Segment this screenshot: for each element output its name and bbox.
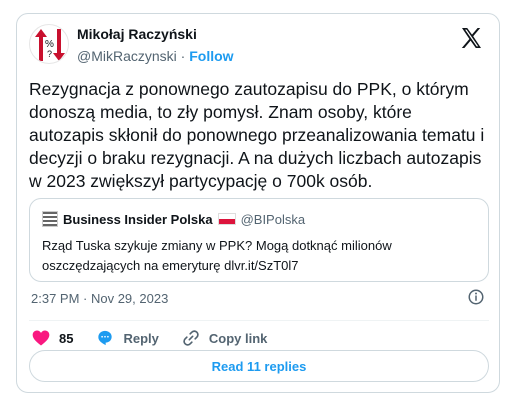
info-icon[interactable]: [467, 288, 485, 306]
separator-dot: ·: [180, 48, 186, 64]
quoted-tweet-header: Business Insider Polska @BIPolska: [42, 211, 305, 227]
read-replies-label: Read 11 replies: [211, 358, 307, 374]
author-handle[interactable]: @MikRaczynski: [77, 48, 177, 64]
avatar[interactable]: % ?: [29, 24, 69, 64]
x-logo-icon[interactable]: [459, 26, 483, 50]
read-replies-button[interactable]: Read 11 replies: [29, 350, 489, 382]
tweet-card: % ? Mikołaj Raczyński @MikRaczynski · Fo…: [16, 13, 500, 393]
link-icon: [183, 330, 199, 346]
author-handle-row: @MikRaczynski · Follow: [77, 48, 234, 64]
divider: [29, 320, 489, 321]
quoted-avatar: [42, 211, 58, 227]
like-button[interactable]: 85: [31, 328, 73, 348]
quoted-author-name: Business Insider Polska: [63, 211, 213, 227]
tweet-text: Rezygnacja z ponownego zautozapisu do PP…: [29, 79, 485, 191]
heart-icon: [32, 330, 50, 346]
quoted-author-handle: @BIPolska: [240, 211, 306, 227]
avatar-image: % ?: [35, 29, 65, 61]
follow-button[interactable]: Follow: [189, 48, 233, 64]
quoted-tweet-text: Rząd Tuska szykuje zmiany w PPK? Mogą do…: [42, 238, 392, 273]
reply-label: Reply: [123, 330, 159, 346]
quoted-tweet[interactable]: Business Insider Polska @BIPolska Rząd T…: [29, 198, 489, 282]
reply-icon: [98, 330, 113, 346]
svg-text:?: ?: [47, 49, 52, 59]
timestamp[interactable]: 2:37 PM · Nov 29, 2023: [31, 291, 168, 306]
like-count: 85: [59, 330, 74, 346]
copy-link-button[interactable]: Copy link: [181, 328, 268, 348]
action-bar: 85 Reply Copy link: [31, 325, 289, 351]
poland-flag-icon: [217, 213, 236, 225]
author-name[interactable]: Mikołaj Raczyński: [77, 26, 197, 42]
copy-link-label: Copy link: [208, 330, 268, 346]
reply-button[interactable]: Reply: [95, 328, 159, 348]
